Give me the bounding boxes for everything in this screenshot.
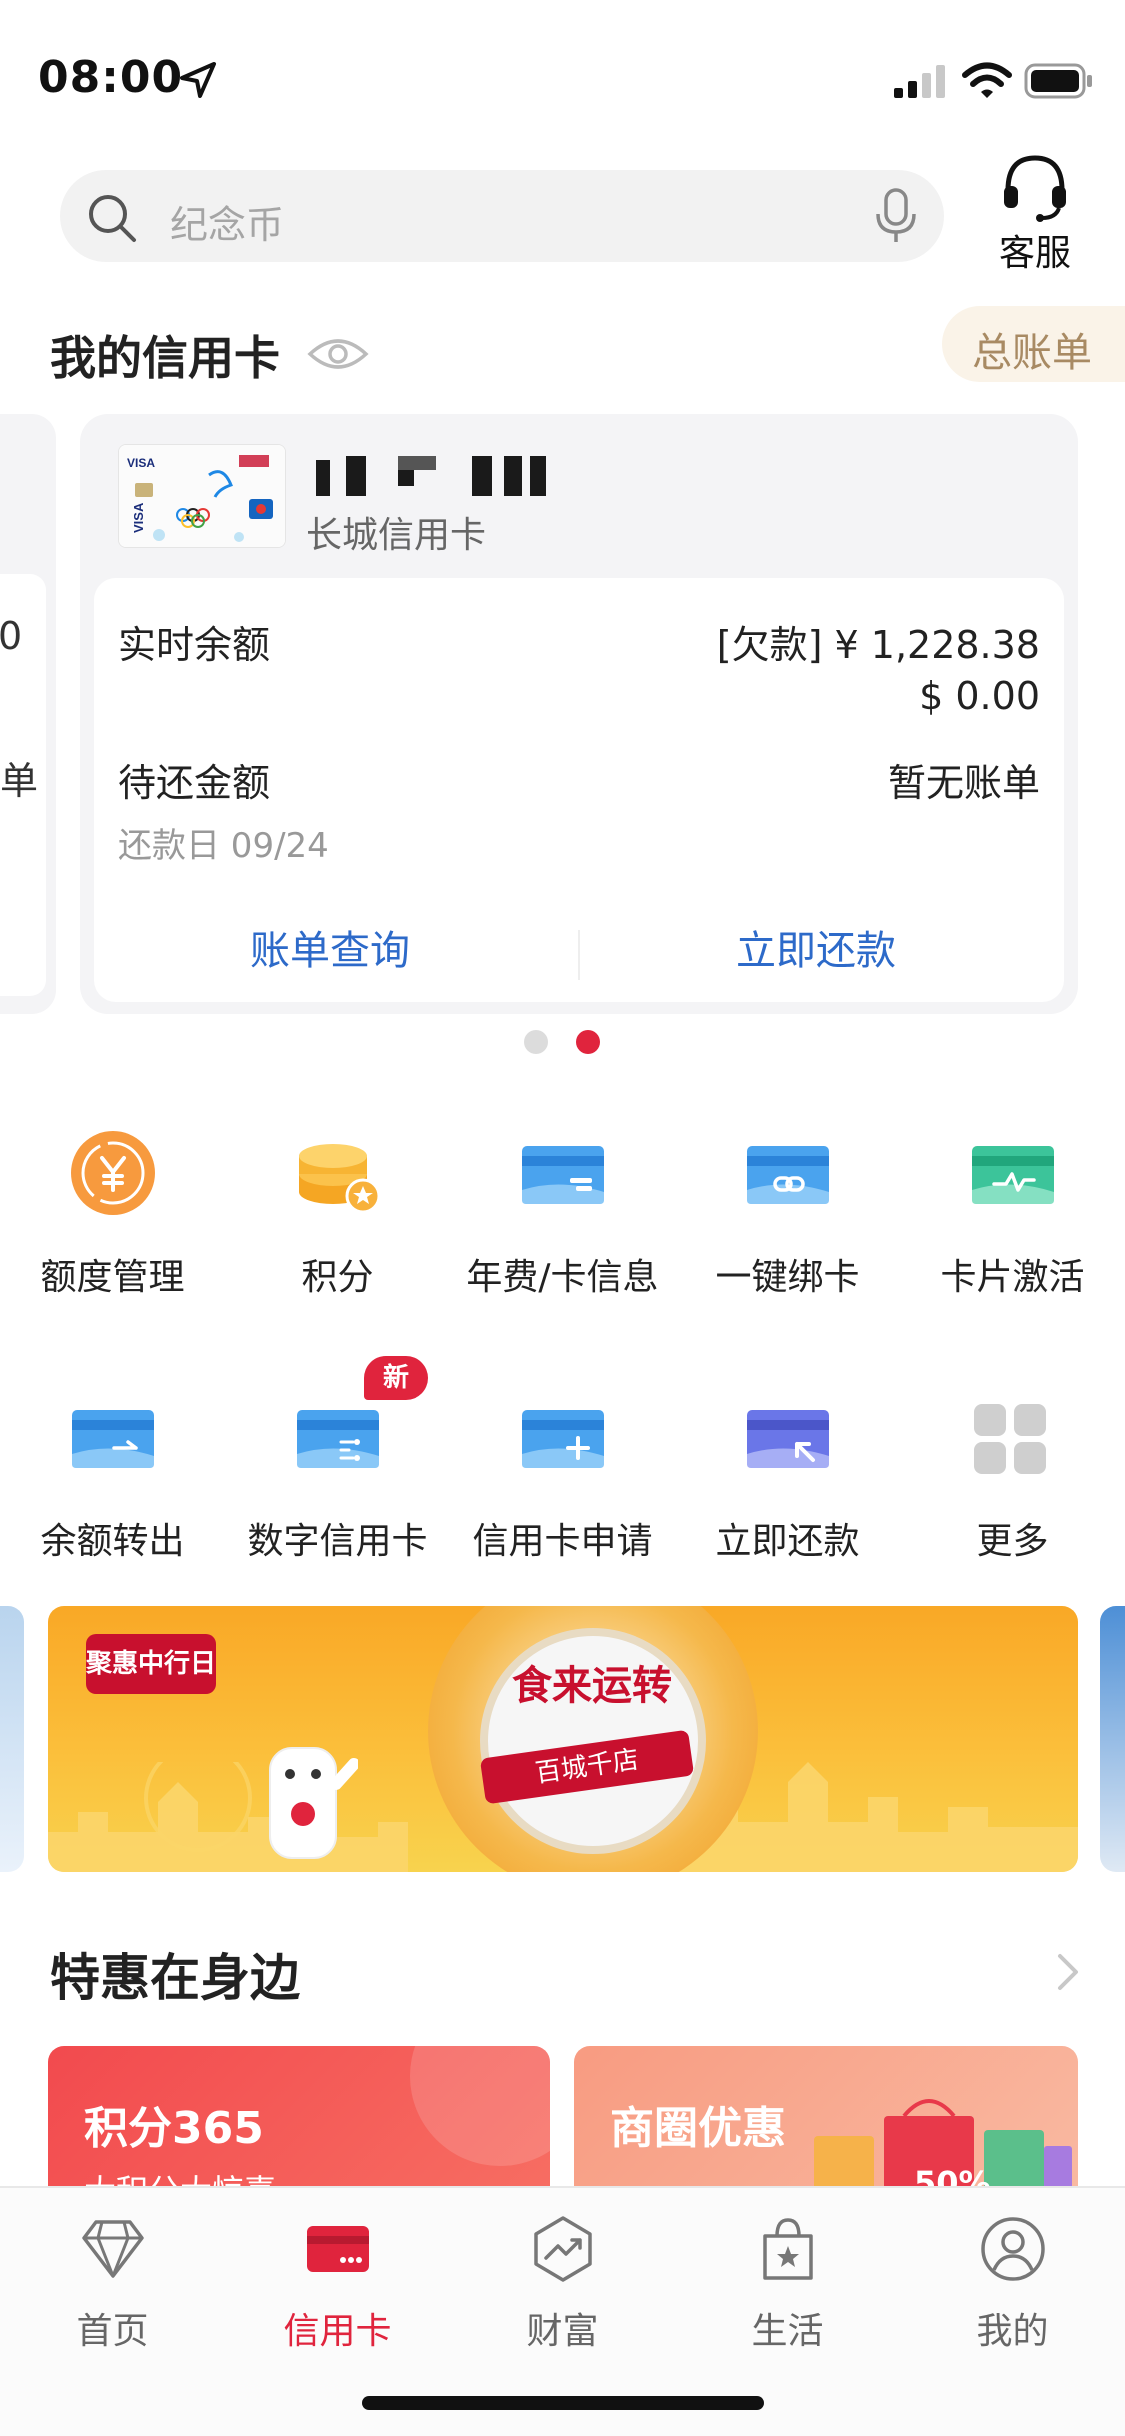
tab-life[interactable]: 生活 bbox=[675, 2206, 900, 2366]
tab-mine[interactable]: 我的 bbox=[900, 2206, 1125, 2366]
card-number-masked bbox=[316, 456, 696, 496]
card-activate-icon bbox=[972, 1146, 1054, 1204]
tab-label: 生活 bbox=[751, 2311, 824, 2352]
due-amount-value: 暂无账单 bbox=[887, 761, 1040, 805]
status-time: 08:00 bbox=[38, 52, 184, 103]
banner-title: 食来运转 bbox=[512, 1663, 672, 1709]
promotions-title: 特惠在身边 bbox=[50, 1949, 300, 2007]
digital-card-icon bbox=[297, 1410, 379, 1468]
previous-card-peek[interactable]: 0 单 bbox=[0, 414, 56, 1014]
credit-card-panel[interactable]: VISA VISA 长城信用卡 实时余额 [欠款] ¥ 1,228.38 $ 0… bbox=[80, 414, 1078, 1014]
credit-card-icon bbox=[307, 2226, 369, 2272]
tab-label: 财富 bbox=[526, 2311, 599, 2352]
quick-action-label: 更多 bbox=[976, 1521, 1049, 1562]
quick-action-label: 卡片激活 bbox=[940, 1257, 1085, 1298]
previous-card-balance-fragment: 0 bbox=[0, 614, 23, 658]
pager-dot-2-active[interactable] bbox=[576, 1030, 600, 1054]
new-badge: 新 bbox=[364, 1356, 428, 1400]
due-date: 还款日 09/24 bbox=[118, 826, 329, 866]
quick-action-card-activation[interactable]: 卡片激活 bbox=[900, 1130, 1125, 1298]
total-bill-button[interactable]: 总账单 bbox=[942, 306, 1125, 382]
quick-action-card-application[interactable]: 信用卡申请 bbox=[450, 1394, 675, 1562]
quick-action-bind-card[interactable]: 一键绑卡 bbox=[675, 1130, 900, 1298]
quick-action-credit-limit[interactable]: 额度管理 bbox=[0, 1130, 225, 1298]
banner-peek-previous[interactable] bbox=[0, 1606, 24, 1872]
promo-card-subtitle: 大积分大惊喜 bbox=[84, 2166, 276, 2186]
status-bar: 08:00 bbox=[0, 0, 1125, 140]
decor-circle bbox=[410, 2046, 550, 2166]
tab-label: 首页 bbox=[76, 2311, 149, 2352]
tab-home[interactable]: 首页 bbox=[0, 2206, 225, 2366]
svg-text:VISA: VISA bbox=[131, 502, 146, 533]
promo-card-subtitle: 50% bbox=[914, 2164, 991, 2186]
tab-credit-card[interactable]: 信用卡 bbox=[225, 2206, 450, 2366]
signal-icon bbox=[894, 65, 945, 98]
card-apply-icon bbox=[522, 1410, 604, 1468]
customer-service-button[interactable]: 客服 bbox=[990, 150, 1080, 274]
banner-peek-next[interactable] bbox=[1100, 1606, 1125, 1872]
shopping-bag-star-icon bbox=[763, 2218, 813, 2280]
home-indicator[interactable] bbox=[362, 2396, 764, 2410]
wifi-icon bbox=[962, 62, 1012, 98]
card-pager bbox=[524, 1030, 604, 1054]
card-details: 实时余额 [欠款] ¥ 1,228.38 $ 0.00 待还金额 暂无账单 还款… bbox=[94, 578, 1064, 1002]
location-arrow-icon bbox=[180, 62, 216, 98]
search-bar[interactable]: 纪念币 bbox=[60, 170, 944, 262]
quick-action-repay-now[interactable]: 立即还款 bbox=[675, 1394, 900, 1562]
wealth-chart-icon bbox=[534, 2216, 592, 2282]
balance-cny-value: [欠款] ¥ 1,228.38 bbox=[716, 623, 1040, 667]
bill-query-button[interactable]: 账单查询 bbox=[180, 918, 480, 976]
banner-badge: 聚惠中行日 bbox=[86, 1634, 216, 1694]
tab-label: 信用卡 bbox=[283, 2311, 392, 2352]
promo-card-label: 积分365 bbox=[84, 2103, 264, 2154]
svg-text:VISA: VISA bbox=[127, 456, 155, 470]
promo-card-label: 商圈优惠 bbox=[610, 2103, 786, 2154]
user-profile-icon bbox=[981, 2217, 1045, 2281]
banner-plate: 食来运转 百城千店 bbox=[428, 1606, 758, 1872]
card-link-icon bbox=[747, 1146, 829, 1204]
tab-wealth[interactable]: 财富 bbox=[450, 2206, 675, 2366]
customer-service-label: 客服 bbox=[998, 233, 1071, 274]
promo-banner[interactable]: 聚惠中行日 食来运转 百城千店 bbox=[48, 1606, 1078, 1872]
grid-more-icon bbox=[974, 1404, 1046, 1474]
mascot-illustration bbox=[269, 1747, 358, 1859]
balance-usd-value: $ 0.00 bbox=[919, 674, 1040, 718]
diamond-icon bbox=[82, 2220, 144, 2278]
eye-icon[interactable] bbox=[306, 330, 370, 378]
quick-action-more[interactable]: 更多 bbox=[900, 1394, 1125, 1562]
action-divider bbox=[578, 930, 580, 980]
balance-label: 实时余额 bbox=[118, 623, 271, 667]
search-input[interactable]: 纪念币 bbox=[170, 194, 284, 249]
previous-card-label-fragment: 单 bbox=[0, 759, 39, 803]
promo-card-shopping[interactable]: 商圈优惠 50% bbox=[574, 2046, 1078, 2186]
headset-icon bbox=[1004, 155, 1066, 222]
microphone-icon[interactable] bbox=[872, 186, 920, 246]
quick-action-balance-transfer[interactable]: 余额转出 bbox=[0, 1394, 225, 1562]
chevron-right-icon[interactable] bbox=[1054, 1950, 1082, 1994]
card-repay-icon bbox=[747, 1410, 829, 1468]
total-bill-label: 总账单 bbox=[972, 330, 1092, 376]
quick-action-points[interactable]: 积分 bbox=[225, 1130, 450, 1298]
pager-dot-1[interactable] bbox=[524, 1030, 548, 1054]
card-info-icon bbox=[522, 1146, 604, 1204]
search-icon bbox=[89, 195, 136, 242]
quick-action-digital-card[interactable]: 数字信用卡 bbox=[225, 1394, 450, 1562]
battery-icon bbox=[1024, 63, 1092, 99]
quick-action-annual-fee-card-info[interactable]: 年费/卡信息 bbox=[450, 1130, 675, 1298]
card-name: 长城信用卡 bbox=[306, 515, 487, 556]
repay-now-button[interactable]: 立即还款 bbox=[666, 918, 966, 976]
card-transfer-icon bbox=[72, 1410, 154, 1468]
yuan-coin-icon bbox=[71, 1131, 155, 1215]
coin-stack-star-icon bbox=[299, 1144, 381, 1214]
tab-label: 我的 bbox=[976, 2311, 1049, 2352]
promo-card-points[interactable]: 积分365 大积分大惊喜 bbox=[48, 2046, 550, 2186]
my-credit-card-title: 我的信用卡 bbox=[50, 331, 280, 385]
due-amount-label: 待还金额 bbox=[118, 761, 271, 805]
card-thumbnail: VISA VISA bbox=[118, 444, 286, 548]
